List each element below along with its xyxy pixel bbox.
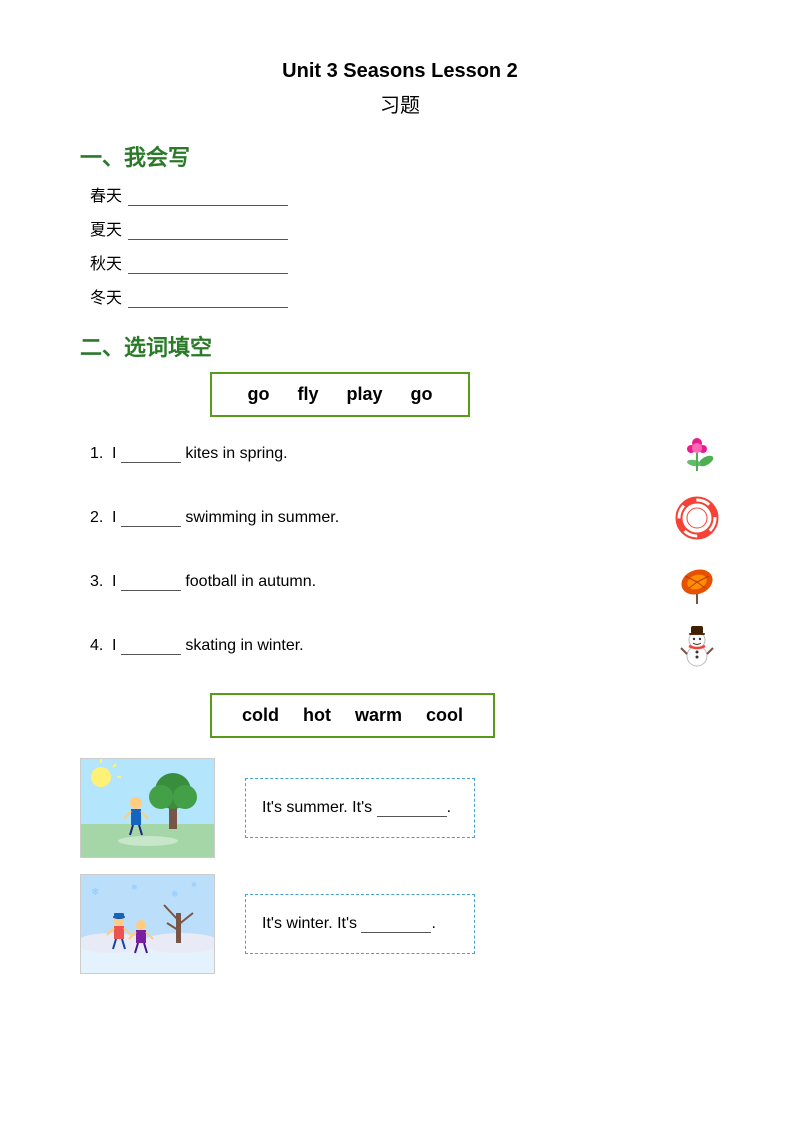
sentence-num-1: 1. (90, 445, 112, 463)
swim-ring-icon (674, 495, 720, 541)
blank-2[interactable] (121, 509, 181, 527)
autumn-line[interactable] (128, 254, 288, 274)
summer-answer-box[interactable]: It's summer. It's . (245, 778, 475, 838)
image-answer-section: It's summer. It's . ❄ ❄ ❄ ❄ (80, 758, 720, 974)
winter-answer-box[interactable]: It's winter. It's . (245, 894, 475, 954)
sub-title: 习题 (80, 89, 720, 118)
main-title: Unit 3 Seasons Lesson 2 (80, 60, 720, 83)
autumn-label: 秋天 (90, 250, 128, 274)
sentence-1: 1. I kites in spring. (90, 431, 720, 477)
section1-heading: 一、我会写 (80, 140, 720, 172)
svg-text:❄: ❄ (171, 889, 179, 899)
blank-1[interactable] (121, 445, 181, 463)
spring-label: 春天 (90, 182, 128, 206)
section2-heading: 二、选词填空 (80, 330, 720, 362)
title-block: Unit 3 Seasons Lesson 2 习题 (80, 60, 720, 118)
sentence-num-2: 2. (90, 509, 112, 527)
sentence-num-4: 4. (90, 637, 112, 655)
word-box-1: go fly play go (210, 372, 470, 417)
word-cold: cold (242, 705, 279, 726)
word-cool: cool (426, 705, 463, 726)
blank-4[interactable] (121, 637, 181, 655)
word-box-2: cold hot warm cool (210, 693, 495, 738)
summer-line[interactable] (128, 220, 288, 240)
winter-row: ❄ ❄ ❄ ❄ (80, 874, 720, 974)
write-row-spring: 春天 (90, 182, 720, 206)
kite-icon (674, 431, 720, 477)
sentence-text-1: I kites in spring. (112, 445, 662, 463)
sentence-2: 2. I swimming in summer. (90, 495, 720, 541)
sentence-text-4: I skating in winter. (112, 637, 662, 655)
sentence-num-3: 3. (90, 573, 112, 591)
summer-scene-image (80, 758, 215, 858)
winter-sentence: It's winter. It's . (262, 915, 436, 933)
word-go2: go (411, 384, 433, 405)
snowman-icon (674, 623, 720, 669)
winter-label: 冬天 (90, 284, 128, 308)
summer-sentence: It's summer. It's . (262, 799, 451, 817)
sentence-3: 3. I football in autumn. (90, 559, 720, 605)
blank-3[interactable] (121, 573, 181, 591)
summer-blank[interactable] (377, 799, 447, 817)
summer-label: 夏天 (90, 216, 128, 240)
summer-row: It's summer. It's . (80, 758, 720, 858)
write-row-summer: 夏天 (90, 216, 720, 240)
word-warm: warm (355, 705, 402, 726)
write-row-autumn: 秋天 (90, 250, 720, 274)
winter-line[interactable] (128, 288, 288, 308)
sentence-text-3: I football in autumn. (112, 573, 662, 591)
sentence-text-2: I swimming in summer. (112, 509, 662, 527)
svg-text:❄: ❄ (191, 881, 197, 889)
winter-scene-image: ❄ ❄ ❄ ❄ (80, 874, 215, 974)
word-hot: hot (303, 705, 331, 726)
write-section: 春天 夏天 秋天 冬天 (90, 182, 720, 308)
svg-text:❄: ❄ (91, 887, 99, 898)
word-go1: go (247, 384, 269, 405)
spring-line[interactable] (128, 186, 288, 206)
sentence-4: 4. I skating in winter. (90, 623, 720, 669)
word-fly: fly (297, 384, 318, 405)
worksheet-page: Unit 3 Seasons Lesson 2 习题 一、我会写 春天 夏天 秋… (0, 0, 800, 1131)
winter-blank[interactable] (361, 915, 431, 933)
svg-text:❄: ❄ (131, 883, 138, 892)
word-play: play (346, 384, 382, 405)
write-row-winter: 冬天 (90, 284, 720, 308)
autumn-leaf-icon (674, 559, 720, 605)
